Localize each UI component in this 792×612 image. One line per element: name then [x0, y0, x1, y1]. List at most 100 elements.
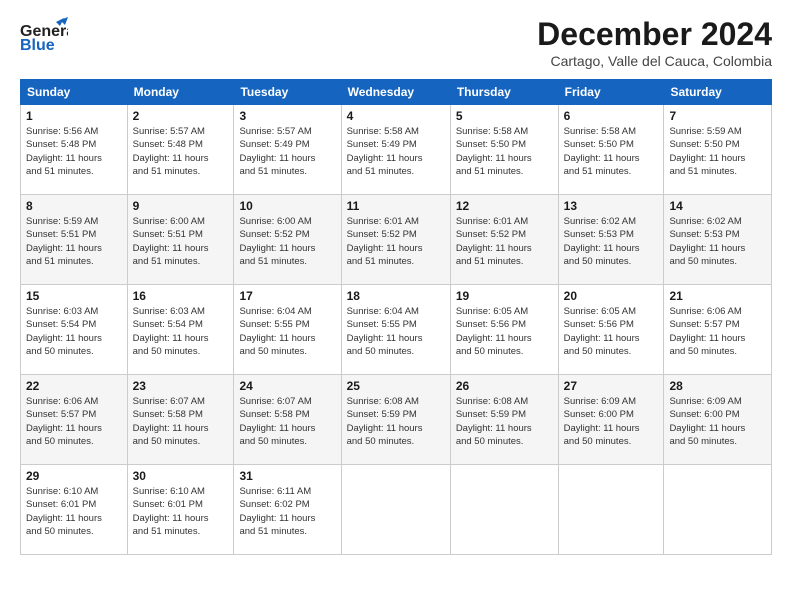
day-info: Sunrise: 6:06 AMSunset: 5:57 PMDaylight:…	[669, 305, 766, 358]
table-row: 9 Sunrise: 6:00 AMSunset: 5:51 PMDaylight…	[127, 195, 234, 285]
calendar-table: Sunday Monday Tuesday Wednesday Thursday…	[20, 79, 772, 555]
day-number: 9	[133, 199, 229, 213]
calendar-week-row: 1 Sunrise: 5:56 AMSunset: 5:48 PMDaylight…	[21, 105, 772, 195]
table-row: 6Sunrise: 5:58 AMSunset: 5:50 PMDaylight…	[558, 105, 664, 195]
table-row: 11 Sunrise: 6:01 AMSunset: 5:52 PMDayligh…	[341, 195, 450, 285]
day-info: Sunrise: 6:00 AMSunset: 5:51 PMDaylight:…	[133, 215, 229, 268]
day-number: 20	[564, 289, 659, 303]
day-number: 19	[456, 289, 553, 303]
day-number: 17	[239, 289, 335, 303]
day-number: 25	[347, 379, 445, 393]
day-number: 30	[133, 469, 229, 483]
table-row: 18 Sunrise: 6:04 AMSunset: 5:55 PMDayligh…	[341, 285, 450, 375]
day-info: Sunrise: 5:58 AMSunset: 5:50 PMDaylight:…	[456, 125, 553, 178]
table-row: 5Sunrise: 5:58 AMSunset: 5:50 PMDaylight…	[450, 105, 558, 195]
col-friday: Friday	[558, 80, 664, 105]
table-row: 19 Sunrise: 6:05 AMSunset: 5:56 PMDayligh…	[450, 285, 558, 375]
calendar-week-row: 8 Sunrise: 5:59 AMSunset: 5:51 PMDaylight…	[21, 195, 772, 285]
table-row: 13 Sunrise: 6:02 AMSunset: 5:53 PMDayligh…	[558, 195, 664, 285]
table-row: 2Sunrise: 5:57 AMSunset: 5:48 PMDaylight…	[127, 105, 234, 195]
table-row: 12 Sunrise: 6:01 AMSunset: 5:52 PMDayligh…	[450, 195, 558, 285]
table-row: 1 Sunrise: 5:56 AMSunset: 5:48 PMDaylight…	[21, 105, 128, 195]
day-info: Sunrise: 6:09 AMSunset: 6:00 PMDaylight:…	[564, 395, 659, 448]
col-monday: Monday	[127, 80, 234, 105]
day-info: Sunrise: 5:57 AMSunset: 5:49 PMDaylight:…	[239, 125, 335, 178]
table-row: 14 Sunrise: 6:02 AMSunset: 5:53 PMDayligh…	[664, 195, 772, 285]
day-info: Sunrise: 6:05 AMSunset: 5:56 PMDaylight:…	[564, 305, 659, 358]
day-number: 2	[133, 109, 229, 123]
day-number: 1	[26, 109, 122, 123]
table-row: 30 Sunrise: 6:10 AMSunset: 6:01 PMDayligh…	[127, 465, 234, 555]
main-title: December 2024	[537, 16, 772, 53]
day-number: 26	[456, 379, 553, 393]
day-info: Sunrise: 6:03 AMSunset: 5:54 PMDaylight:…	[133, 305, 229, 358]
day-number: 18	[347, 289, 445, 303]
day-info: Sunrise: 5:58 AMSunset: 5:49 PMDaylight:…	[347, 125, 445, 178]
day-info: Sunrise: 6:10 AMSunset: 6:01 PMDaylight:…	[26, 485, 122, 538]
subtitle: Cartago, Valle del Cauca, Colombia	[537, 53, 772, 69]
header: General Blue December 2024 Cartago, Vall…	[20, 16, 772, 69]
day-number: 8	[26, 199, 122, 213]
day-info: Sunrise: 6:07 AMSunset: 5:58 PMDaylight:…	[239, 395, 335, 448]
table-row: 28Sunrise: 6:09 AMSunset: 6:00 PMDayligh…	[664, 375, 772, 465]
table-row: 31 Sunrise: 6:11 AMSunset: 6:02 PMDayligh…	[234, 465, 341, 555]
day-info: Sunrise: 6:02 AMSunset: 5:53 PMDaylight:…	[564, 215, 659, 268]
day-info: Sunrise: 5:56 AMSunset: 5:48 PMDaylight:…	[26, 125, 122, 178]
table-row: 16Sunrise: 6:03 AMSunset: 5:54 PMDayligh…	[127, 285, 234, 375]
title-block: December 2024 Cartago, Valle del Cauca, …	[537, 16, 772, 69]
day-number: 11	[347, 199, 445, 213]
day-info: Sunrise: 6:05 AMSunset: 5:56 PMDaylight:…	[456, 305, 553, 358]
day-number: 14	[669, 199, 766, 213]
table-row: 23 Sunrise: 6:07 AMSunset: 5:58 PMDayligh…	[127, 375, 234, 465]
day-number: 3	[239, 109, 335, 123]
day-info: Sunrise: 6:02 AMSunset: 5:53 PMDaylight:…	[669, 215, 766, 268]
calendar-week-row: 15Sunrise: 6:03 AMSunset: 5:54 PMDayligh…	[21, 285, 772, 375]
day-info: Sunrise: 6:08 AMSunset: 5:59 PMDaylight:…	[456, 395, 553, 448]
day-info: Sunrise: 6:04 AMSunset: 5:55 PMDaylight:…	[347, 305, 445, 358]
table-row: 8 Sunrise: 5:59 AMSunset: 5:51 PMDaylight…	[21, 195, 128, 285]
day-number: 27	[564, 379, 659, 393]
day-number: 10	[239, 199, 335, 213]
col-wednesday: Wednesday	[341, 80, 450, 105]
day-info: Sunrise: 6:10 AMSunset: 6:01 PMDaylight:…	[133, 485, 229, 538]
day-number: 22	[26, 379, 122, 393]
day-number: 31	[239, 469, 335, 483]
table-row: 24Sunrise: 6:07 AMSunset: 5:58 PMDayligh…	[234, 375, 341, 465]
table-row: 25 Sunrise: 6:08 AMSunset: 5:59 PMDayligh…	[341, 375, 450, 465]
col-saturday: Saturday	[664, 80, 772, 105]
day-info: Sunrise: 6:00 AMSunset: 5:52 PMDaylight:…	[239, 215, 335, 268]
day-number: 23	[133, 379, 229, 393]
calendar-week-row: 22 Sunrise: 6:06 AMSunset: 5:57 PMDayligh…	[21, 375, 772, 465]
day-info: Sunrise: 6:01 AMSunset: 5:52 PMDaylight:…	[347, 215, 445, 268]
day-info: Sunrise: 6:07 AMSunset: 5:58 PMDaylight:…	[133, 395, 229, 448]
logo: General Blue	[20, 16, 68, 54]
table-row: 17Sunrise: 6:04 AMSunset: 5:55 PMDayligh…	[234, 285, 341, 375]
table-row: 22 Sunrise: 6:06 AMSunset: 5:57 PMDayligh…	[21, 375, 128, 465]
day-number: 4	[347, 109, 445, 123]
day-info: Sunrise: 6:01 AMSunset: 5:52 PMDaylight:…	[456, 215, 553, 268]
day-info: Sunrise: 6:06 AMSunset: 5:57 PMDaylight:…	[26, 395, 122, 448]
day-info: Sunrise: 6:09 AMSunset: 6:00 PMDaylight:…	[669, 395, 766, 448]
table-row	[341, 465, 450, 555]
day-number: 13	[564, 199, 659, 213]
calendar-week-row: 29 Sunrise: 6:10 AMSunset: 6:01 PMDayligh…	[21, 465, 772, 555]
table-row	[450, 465, 558, 555]
table-row: 15Sunrise: 6:03 AMSunset: 5:54 PMDayligh…	[21, 285, 128, 375]
day-number: 12	[456, 199, 553, 213]
table-row: 26 Sunrise: 6:08 AMSunset: 5:59 PMDayligh…	[450, 375, 558, 465]
day-number: 21	[669, 289, 766, 303]
table-row: 7 Sunrise: 5:59 AMSunset: 5:50 PMDaylight…	[664, 105, 772, 195]
day-info: Sunrise: 6:11 AMSunset: 6:02 PMDaylight:…	[239, 485, 335, 538]
table-row: 20 Sunrise: 6:05 AMSunset: 5:56 PMDayligh…	[558, 285, 664, 375]
day-info: Sunrise: 5:58 AMSunset: 5:50 PMDaylight:…	[564, 125, 659, 178]
table-row: 21 Sunrise: 6:06 AMSunset: 5:57 PMDayligh…	[664, 285, 772, 375]
day-info: Sunrise: 6:08 AMSunset: 5:59 PMDaylight:…	[347, 395, 445, 448]
day-info: Sunrise: 6:03 AMSunset: 5:54 PMDaylight:…	[26, 305, 122, 358]
table-row: 29 Sunrise: 6:10 AMSunset: 6:01 PMDayligh…	[21, 465, 128, 555]
table-row	[558, 465, 664, 555]
day-info: Sunrise: 5:59 AMSunset: 5:51 PMDaylight:…	[26, 215, 122, 268]
day-info: Sunrise: 5:59 AMSunset: 5:50 PMDaylight:…	[669, 125, 766, 178]
day-number: 29	[26, 469, 122, 483]
calendar-page: General Blue December 2024 Cartago, Vall…	[0, 0, 792, 612]
day-number: 7	[669, 109, 766, 123]
